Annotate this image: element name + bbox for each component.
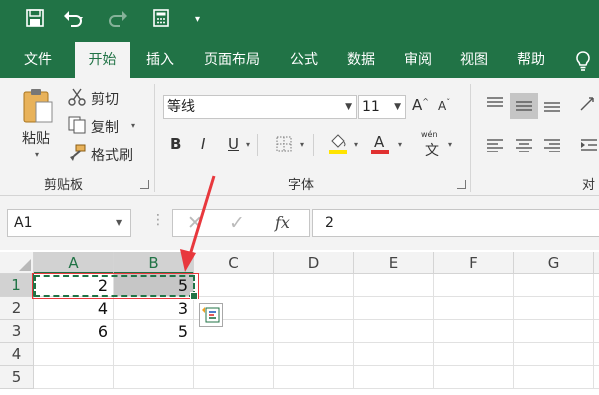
align-right-icon[interactable]	[543, 138, 561, 155]
paste-button[interactable]: 粘贴	[22, 128, 50, 148]
row-header-3[interactable]: 3	[0, 320, 34, 343]
underline-dropdown-icon[interactable]: ▾	[246, 140, 250, 149]
fill-color-icon[interactable]	[328, 133, 348, 158]
chevron-down-icon[interactable]: ▼	[116, 218, 122, 227]
phonetic-guide-button[interactable]: 文	[425, 140, 439, 160]
cell-b2[interactable]: 3	[114, 297, 194, 320]
align-bottom-icon[interactable]	[543, 99, 561, 116]
borders-icon[interactable]	[276, 136, 292, 155]
phonetic-top: wén	[421, 130, 438, 139]
cell-a2[interactable]: 4	[34, 297, 114, 320]
font-group-label: 字体	[288, 178, 315, 193]
paste-icon[interactable]	[22, 88, 54, 127]
column-header-a[interactable]: A	[34, 252, 114, 274]
formula-input[interactable]: 2	[312, 209, 599, 237]
divider	[313, 134, 314, 156]
decrease-font-size-icon[interactable]: Aˇ	[438, 98, 450, 113]
indent-icon[interactable]	[580, 138, 598, 155]
chevron-down-icon: ▼	[394, 102, 401, 112]
group-separator	[154, 84, 155, 192]
customize-icon[interactable]: ▾	[195, 9, 200, 31]
cancel-icon[interactable]: ✕	[187, 212, 203, 234]
tab-view[interactable]: 视图	[448, 42, 500, 78]
tab-home[interactable]: 开始	[75, 42, 130, 78]
quick-analysis-icon	[202, 307, 220, 323]
column-header-f[interactable]: F	[434, 252, 514, 274]
row-header-2[interactable]: 2	[0, 297, 34, 320]
increase-font-size-icon[interactable]: A^	[412, 96, 429, 114]
worksheet-grid[interactable]: A B C D E F G 1 2 3 4 5 2 5 4 3 6 5	[0, 252, 599, 395]
underline-button[interactable]: U	[228, 135, 239, 153]
name-box-value: A1	[14, 215, 33, 231]
bold-button[interactable]: B	[170, 135, 181, 153]
column-header-b[interactable]: B	[114, 252, 194, 274]
column-header-e[interactable]: E	[354, 252, 434, 274]
cut-button[interactable]: 剪切	[91, 89, 119, 109]
tab-review[interactable]: 审阅	[392, 42, 444, 78]
formula-bar-handle[interactable]: ⋮	[151, 212, 165, 228]
copy-dropdown-icon[interactable]: ▾	[131, 121, 135, 130]
chevron-down-icon: ▼	[345, 102, 352, 112]
tab-formulas[interactable]: 公式	[278, 42, 330, 78]
name-box[interactable]: A1 ▼	[7, 209, 131, 237]
align-center-icon[interactable]	[515, 138, 533, 155]
group-separator	[470, 84, 471, 192]
row-header-1[interactable]: 1	[0, 274, 34, 297]
column-header-h[interactable]	[594, 252, 599, 274]
ribbon: 粘贴 ▾ 剪切 复制 ▾ 格式刷 剪贴板 等线 ▼ 11 ▼ A^ Aˇ B I…	[0, 78, 599, 212]
tab-insert[interactable]: 插入	[134, 42, 186, 78]
save-icon[interactable]	[26, 9, 44, 33]
align-top-icon[interactable]	[486, 96, 504, 113]
tab-data[interactable]: 数据	[335, 42, 387, 78]
row-header-5[interactable]: 5	[0, 366, 34, 389]
phonetic-dropdown-icon[interactable]: ▾	[448, 140, 452, 149]
format-painter-button[interactable]: 格式刷	[91, 145, 133, 165]
font-name-combo[interactable]: 等线 ▼	[163, 95, 357, 119]
paste-dropdown-icon[interactable]: ▾	[35, 150, 39, 159]
redo-icon[interactable]	[106, 9, 128, 33]
copy-button[interactable]: 复制	[91, 117, 119, 137]
copy-marquee	[34, 275, 195, 297]
borders-dropdown-icon[interactable]: ▾	[300, 140, 304, 149]
divider	[257, 134, 258, 156]
fill-handle[interactable]	[190, 292, 198, 300]
clipboard-launcher-icon[interactable]	[140, 180, 149, 189]
form-icon[interactable]	[153, 9, 169, 33]
column-header-c[interactable]: C	[194, 252, 274, 274]
undo-icon[interactable]	[63, 9, 85, 33]
scissors-icon[interactable]	[68, 88, 86, 109]
formula-buttons: ✕ ✓ fx	[172, 209, 310, 237]
copy-icon[interactable]	[68, 116, 86, 137]
font-color-icon[interactable]: A	[370, 133, 390, 158]
align-left-icon[interactable]	[486, 138, 504, 155]
ribbon-tabs: 文件 开始 插入 页面布局 公式 数据 审阅 视图 帮助	[0, 42, 599, 78]
lightbulb-icon[interactable]	[575, 51, 591, 74]
cell-a3[interactable]: 6	[34, 320, 114, 343]
enter-icon[interactable]: ✓	[229, 212, 245, 234]
quick-analysis-button[interactable]	[199, 303, 223, 327]
formula-value: 2	[325, 215, 334, 231]
orientation-icon[interactable]	[578, 95, 596, 116]
fill-color-dropdown-icon[interactable]: ▾	[354, 140, 358, 149]
format-painter-icon[interactable]	[68, 144, 86, 165]
column-header-g[interactable]: G	[514, 252, 594, 274]
column-header-d[interactable]: D	[274, 252, 354, 274]
quick-access-toolbar: ▾	[0, 0, 599, 42]
font-name-value: 等线	[167, 99, 195, 115]
font-launcher-icon[interactable]	[457, 180, 466, 189]
font-size-combo[interactable]: 11 ▼	[358, 95, 406, 119]
clipboard-group-label: 剪贴板	[44, 178, 84, 193]
font-color-dropdown-icon[interactable]: ▾	[398, 140, 402, 149]
italic-button[interactable]: I	[201, 135, 205, 153]
row-header-4[interactable]: 4	[0, 343, 34, 366]
tab-help[interactable]: 帮助	[505, 42, 557, 78]
cell-b3[interactable]: 5	[114, 320, 194, 343]
insert-function-button[interactable]: fx	[275, 213, 290, 232]
tab-page-layout[interactable]: 页面布局	[194, 42, 270, 78]
font-size-value: 11	[362, 99, 380, 115]
svg-text:A: A	[374, 133, 385, 151]
align-middle-icon[interactable]	[515, 99, 533, 116]
select-all-button[interactable]	[0, 252, 34, 274]
tab-file[interactable]: 文件	[10, 42, 66, 78]
